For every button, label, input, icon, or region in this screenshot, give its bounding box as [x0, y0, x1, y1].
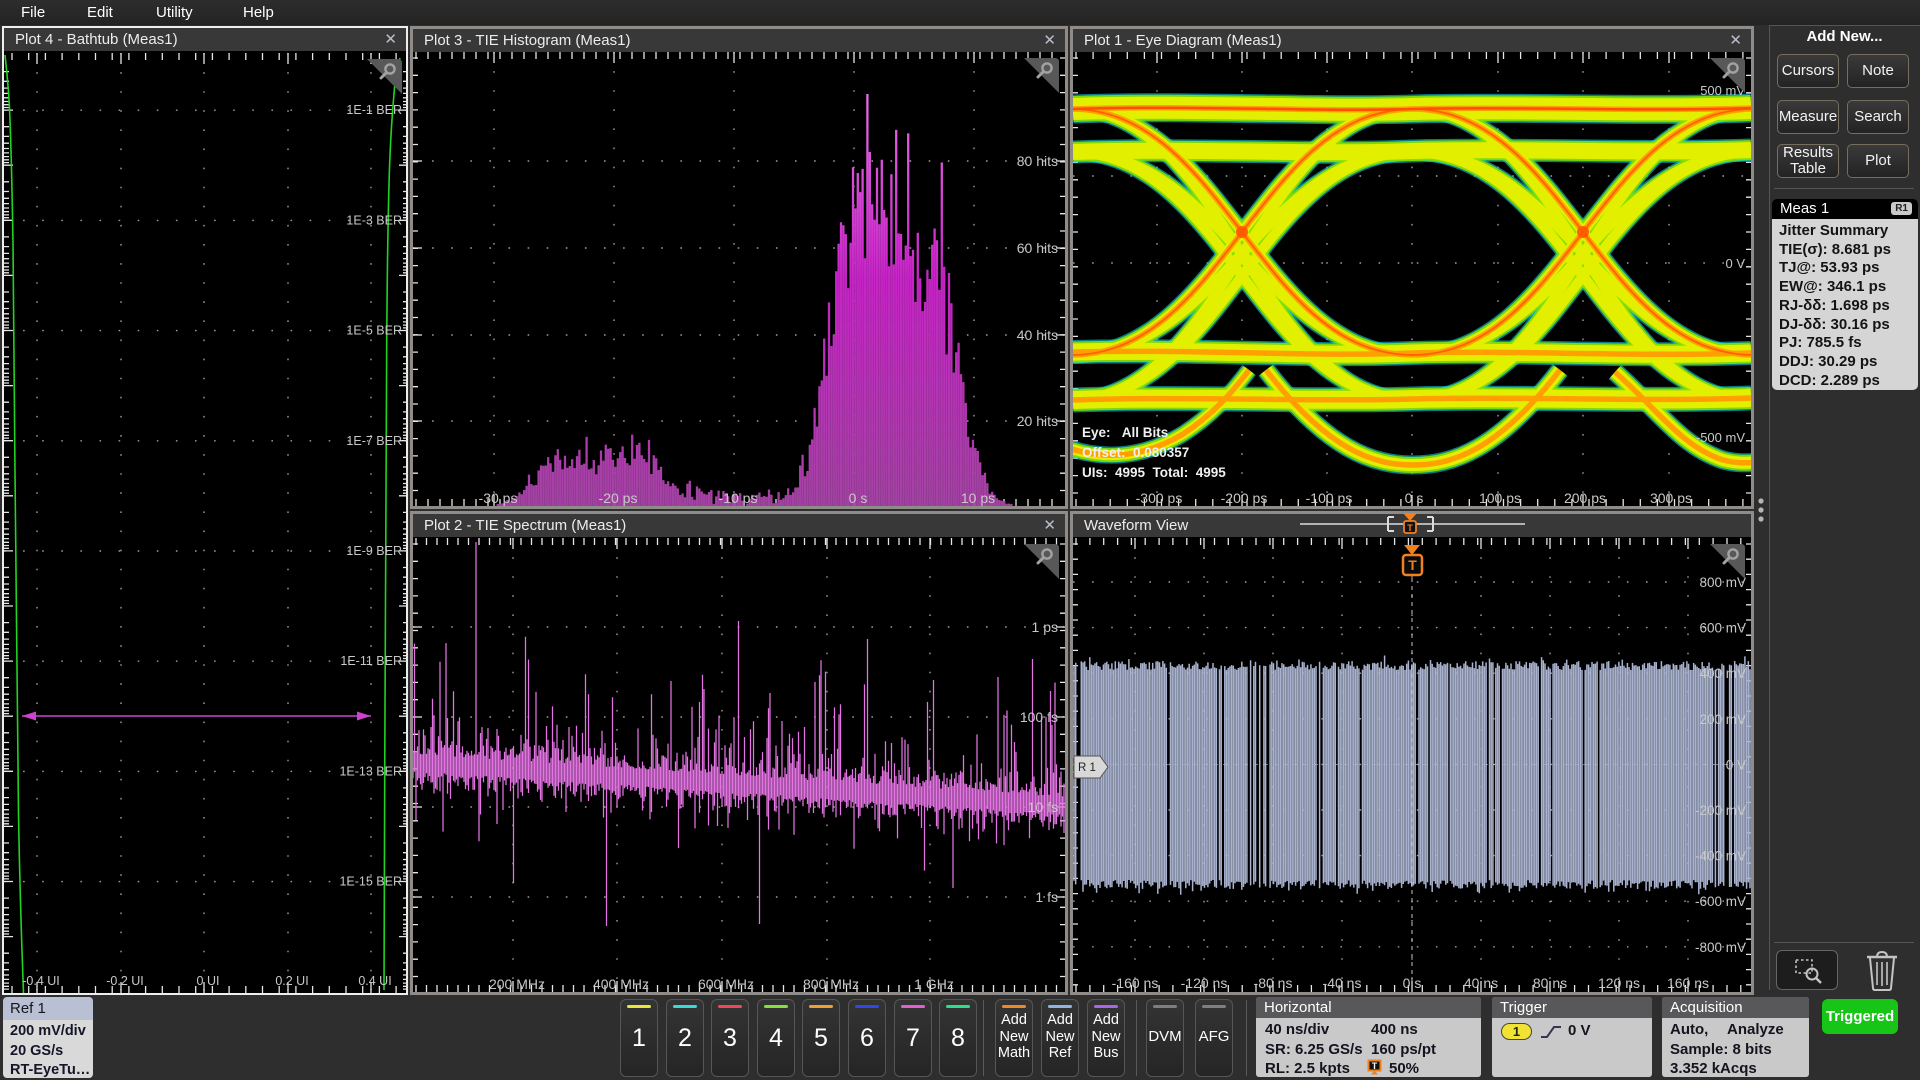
svg-text:80 ns: 80 ns: [1533, 975, 1567, 991]
svg-text:-500 mV: -500 mV: [1696, 430, 1745, 445]
svg-text:-300 ps: -300 ps: [1136, 490, 1183, 506]
svg-text:-160 ns: -160 ns: [1112, 975, 1159, 991]
svg-text:0 V: 0 V: [1725, 256, 1745, 271]
svg-text:-0.4 UI: -0.4 UI: [22, 974, 60, 988]
svg-text:800 MHz: 800 MHz: [803, 976, 859, 992]
svg-text:120 ns: 120 ns: [1598, 975, 1640, 991]
svg-text:-120 ns: -120 ns: [1181, 975, 1228, 991]
svg-text:-100 ps: -100 ps: [1306, 490, 1353, 506]
svg-text:T: T: [1408, 557, 1417, 573]
svg-text:Offset: 0.080357: Offset: 0.080357: [1082, 445, 1189, 460]
svg-text:200 MHz: 200 MHz: [489, 976, 545, 992]
svg-text:-800 mV: -800 mV: [1695, 940, 1746, 955]
svg-text:-40 ns: -40 ns: [1323, 975, 1362, 991]
svg-text:0 s: 0 s: [849, 490, 868, 506]
svg-text:1E-15 BER: 1E-15 BER: [339, 875, 402, 889]
svg-text:400 mV: 400 mV: [1699, 666, 1746, 681]
svg-text:-600 mV: -600 mV: [1695, 894, 1746, 909]
svg-text:R 1: R 1: [1078, 762, 1096, 774]
svg-text:0 V: 0 V: [1726, 757, 1746, 772]
svg-text:-20 ps: -20 ps: [599, 490, 638, 506]
svg-text:40 ns: 40 ns: [1464, 975, 1498, 991]
svg-text:-80 ns: -80 ns: [1254, 975, 1293, 991]
svg-text:400 MHz: 400 MHz: [593, 976, 649, 992]
svg-text:-10 ps: -10 ps: [719, 490, 758, 506]
svg-text:Eye: All Bits: Eye: All Bits: [1082, 425, 1168, 440]
svg-text:-200 mV: -200 mV: [1695, 803, 1746, 818]
svg-text:-400 mV: -400 mV: [1695, 849, 1746, 864]
svg-text:0 s: 0 s: [1403, 975, 1422, 991]
svg-text:0 UI: 0 UI: [197, 974, 220, 988]
svg-text:300 ps: 300 ps: [1650, 490, 1692, 506]
svg-text:1E-5 BER: 1E-5 BER: [346, 324, 402, 338]
svg-text:80 hits: 80 hits: [1017, 153, 1058, 169]
svg-text:160 ns: 160 ns: [1667, 975, 1709, 991]
svg-text:200 ps: 200 ps: [1564, 490, 1606, 506]
svg-text:1E-1 BER: 1E-1 BER: [346, 103, 402, 117]
svg-text:40 hits: 40 hits: [1017, 327, 1058, 343]
svg-text:600 mV: 600 mV: [1699, 621, 1746, 636]
svg-text:100 ps: 100 ps: [1479, 490, 1521, 506]
svg-text:0 s: 0 s: [1405, 490, 1424, 506]
svg-text:10 fs: 10 fs: [1028, 799, 1058, 815]
svg-text:T: T: [1407, 523, 1413, 533]
svg-text:100 fs: 100 fs: [1020, 709, 1058, 725]
svg-text:1E-13 BER: 1E-13 BER: [339, 764, 402, 778]
svg-text:-0.2 UI: -0.2 UI: [106, 974, 144, 988]
svg-text:200 mV: 200 mV: [1699, 712, 1746, 727]
svg-text:800 mV: 800 mV: [1699, 575, 1746, 590]
svg-text:1E-7 BER: 1E-7 BER: [346, 434, 402, 448]
svg-text:10 ps: 10 ps: [961, 490, 995, 506]
svg-text:20 hits: 20 hits: [1017, 413, 1058, 429]
svg-text:-200 ps: -200 ps: [1221, 490, 1268, 506]
svg-text:-30 ps: -30 ps: [479, 490, 518, 506]
svg-text:1 ps: 1 ps: [1032, 619, 1058, 635]
svg-text:T: T: [1372, 1061, 1378, 1071]
svg-text:600 MHz: 600 MHz: [698, 976, 754, 992]
svg-text:0.4 UI: 0.4 UI: [358, 974, 391, 988]
svg-text:60 hits: 60 hits: [1017, 240, 1058, 256]
svg-text:UIs: 4995 Total: 4995: UIs: 4995 Total: 4995: [1082, 465, 1226, 480]
svg-text:0.2 UI: 0.2 UI: [275, 974, 308, 988]
svg-text:1E-9 BER: 1E-9 BER: [346, 544, 402, 558]
svg-text:1E-11 BER: 1E-11 BER: [340, 654, 402, 668]
svg-text:1 fs: 1 fs: [1035, 889, 1058, 905]
svg-text:1 GHz: 1 GHz: [914, 976, 954, 992]
svg-text:1E-3 BER: 1E-3 BER: [346, 213, 402, 227]
